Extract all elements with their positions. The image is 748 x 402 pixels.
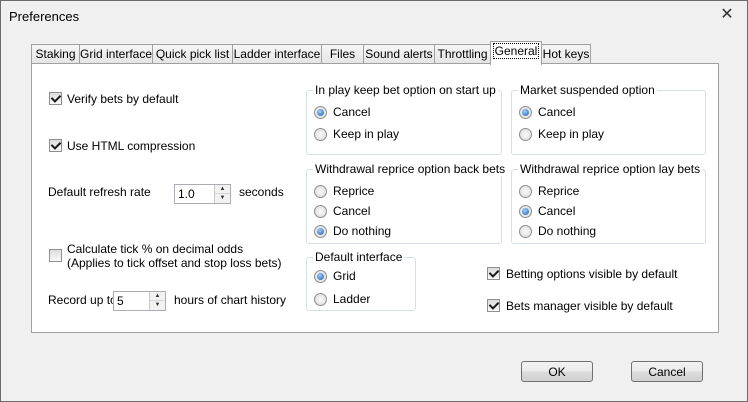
lay-do-nothing-radio[interactable] <box>519 225 532 238</box>
back-cancel-label: Cancel <box>333 204 371 218</box>
withdrawal-back-group: Withdrawal reprice option back bets Repr… <box>306 162 508 244</box>
spin-up-icon[interactable]: ▲ <box>150 292 165 301</box>
in-play-group-title: In play keep bet option on start up <box>313 83 498 97</box>
lay-cancel-label: Cancel <box>538 204 576 218</box>
in-play-cancel-radio[interactable] <box>314 106 327 119</box>
tick-percent-note: (Applies to tick offset and stop loss be… <box>67 256 282 270</box>
chart-history-value: 5 <box>117 294 124 308</box>
spin-down-icon[interactable]: ▼ <box>150 301 165 310</box>
lay-cancel-radio[interactable] <box>519 205 532 218</box>
suspended-cancel-label: Cancel <box>538 105 576 119</box>
back-do-nothing-radio[interactable] <box>314 225 327 238</box>
verify-bets-label: Verify bets by default <box>67 92 179 106</box>
suspended-keep-label: Keep in play <box>538 127 605 141</box>
lay-reprice-label: Reprice <box>538 184 580 198</box>
default-interface-group: Default interface Grid Ladder <box>306 250 416 311</box>
preferences-window: Preferences ✕ Staking Grid interface Qui… <box>0 0 748 402</box>
withdrawal-lay-group: Withdrawal reprice option lay bets Repri… <box>511 162 706 244</box>
chart-history-suffix: hours of chart history <box>174 293 287 307</box>
tab-general[interactable]: General <box>490 41 542 65</box>
close-icon[interactable]: ✕ <box>717 5 737 25</box>
in-play-cancel-label: Cancel <box>333 105 371 119</box>
refresh-rate-spinner[interactable]: 1.0 ▲ ▼ <box>174 184 231 204</box>
tab-staking[interactable]: Staking <box>31 44 80 64</box>
market-suspended-group: Market suspended option Cancel Keep in p… <box>511 83 706 155</box>
in-play-keep-label: Keep in play <box>333 127 400 141</box>
tab-files[interactable]: Files <box>321 44 364 64</box>
market-suspended-group-title: Market suspended option <box>518 83 657 97</box>
back-reprice-label: Reprice <box>333 184 375 198</box>
interface-grid-label: Grid <box>333 269 356 283</box>
html-compression-label: Use HTML compression <box>67 139 196 153</box>
betting-options-label: Betting options visible by default <box>506 267 678 281</box>
in-play-keep-radio[interactable] <box>314 128 327 141</box>
spin-down-icon[interactable]: ▼ <box>215 194 230 203</box>
refresh-rate-label: Default refresh rate <box>48 185 151 199</box>
withdrawal-lay-group-title: Withdrawal reprice option lay bets <box>518 162 703 176</box>
chart-history-spinner[interactable]: 5 ▲ ▼ <box>113 291 166 311</box>
refresh-rate-unit: seconds <box>239 185 284 199</box>
tab-hot-keys[interactable]: Hot keys <box>541 44 591 64</box>
in-play-group: In play keep bet option on start up Canc… <box>306 83 502 155</box>
tab-quick-pick-list[interactable]: Quick pick list <box>152 44 233 64</box>
spin-up-icon[interactable]: ▲ <box>215 185 230 194</box>
interface-ladder-label: Ladder <box>333 292 371 306</box>
tab-grid-interface[interactable]: Grid interface <box>79 44 153 64</box>
default-interface-group-title: Default interface <box>313 250 405 264</box>
betting-options-checkbox[interactable] <box>487 267 500 280</box>
suspended-keep-radio[interactable] <box>519 128 532 141</box>
refresh-rate-value: 1.0 <box>178 187 195 201</box>
cancel-button[interactable]: Cancel <box>631 361 703 382</box>
tab-ladder-interface[interactable]: Ladder interface <box>232 44 322 64</box>
lay-reprice-radio[interactable] <box>519 185 532 198</box>
general-panel: Verify bets by default Use HTML compress… <box>31 63 719 333</box>
html-compression-checkbox[interactable] <box>49 139 62 152</box>
back-cancel-radio[interactable] <box>314 205 327 218</box>
title-bar: Preferences ✕ <box>1 1 747 31</box>
back-reprice-radio[interactable] <box>314 185 327 198</box>
tab-sound-alerts[interactable]: Sound alerts <box>363 44 435 64</box>
ok-button[interactable]: OK <box>521 361 593 382</box>
tab-throttling[interactable]: Throttling <box>434 44 491 64</box>
back-do-nothing-label: Do nothing <box>333 224 392 238</box>
tick-percent-checkbox[interactable] <box>49 249 62 262</box>
tick-percent-label: Calculate tick % on decimal odds <box>67 242 244 256</box>
bets-manager-checkbox[interactable] <box>487 299 500 312</box>
verify-bets-checkbox[interactable] <box>49 92 62 105</box>
window-title: Preferences <box>9 9 80 24</box>
interface-ladder-radio[interactable] <box>314 293 327 306</box>
chart-history-prefix: Record up to <box>48 293 117 307</box>
bets-manager-label: Bets manager visible by default <box>506 299 673 313</box>
suspended-cancel-radio[interactable] <box>519 106 532 119</box>
withdrawal-back-group-title: Withdrawal reprice option back bets <box>313 162 508 176</box>
interface-grid-radio[interactable] <box>314 270 327 283</box>
lay-do-nothing-label: Do nothing <box>538 224 597 238</box>
